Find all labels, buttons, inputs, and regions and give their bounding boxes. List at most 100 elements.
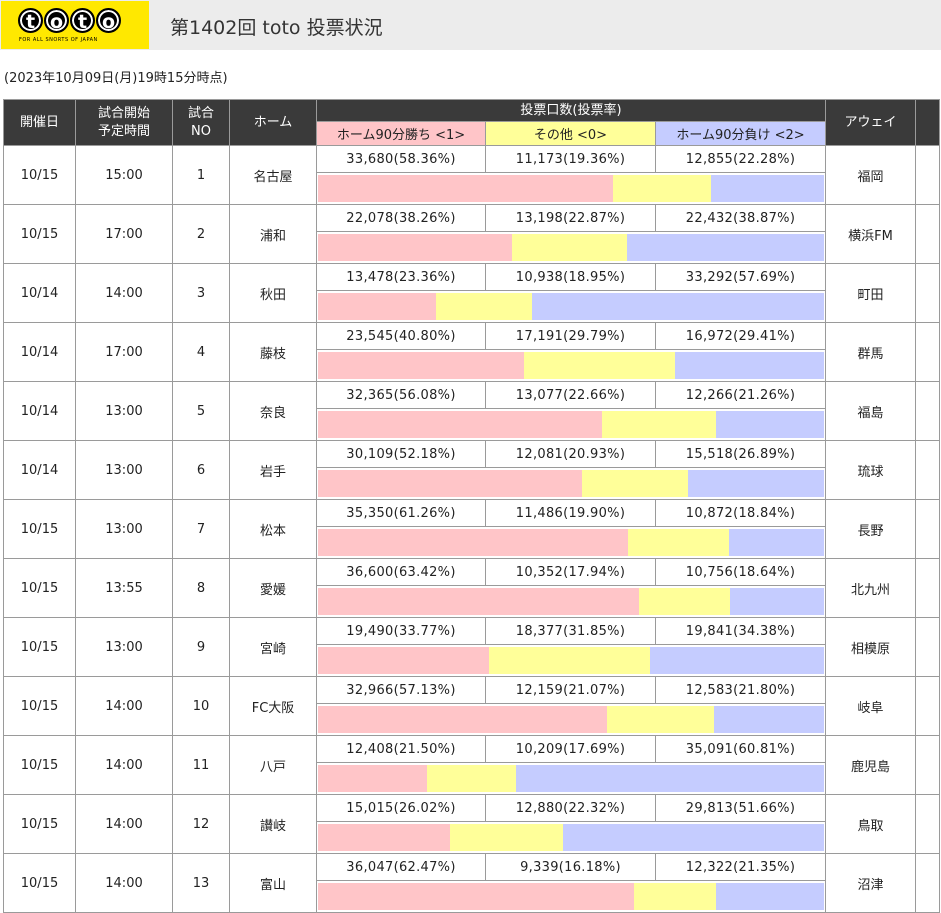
home-win-votes: 15,015(26.02%) — [316, 794, 486, 822]
home-lose-votes: 16,972(29.41%) — [654, 322, 827, 350]
home-win-bar-segment — [318, 824, 450, 851]
home-win-votes: 12,408(21.50%) — [316, 735, 486, 763]
match-date: 10/14 — [3, 263, 76, 323]
row-spacer — [915, 322, 941, 382]
home-team: 藤枝 — [229, 322, 317, 382]
other-votes: 12,880(22.32%) — [485, 794, 656, 822]
vote-ratio-bar-cell — [315, 408, 827, 441]
home-team: FC大阪 — [229, 676, 317, 736]
logo-tagline: FOR ALL SNORTS OF JAPAN — [19, 37, 98, 43]
away-team: 福岡 — [825, 145, 917, 205]
home-lose-votes: 12,322(21.35%) — [654, 853, 827, 881]
home-lose-bar-segment — [713, 706, 824, 733]
home-lose-votes: 19,841(34.38%) — [654, 617, 827, 645]
home-team: 松本 — [229, 499, 317, 559]
home-win-votes: 35,350(61.26%) — [316, 499, 486, 527]
other-bar-segment — [613, 175, 712, 202]
vote-ratio-bar — [318, 529, 824, 556]
header-home-lose: ホーム90分負け <2> — [654, 121, 827, 146]
table-row: 10/15 14:00 13 富山 36,047(62.47%) 9,339(16.18%… — [3, 853, 941, 913]
other-votes: 12,081(20.93%) — [485, 440, 656, 468]
away-team: 鹿児島 — [825, 735, 917, 795]
table-row: 10/15 15:00 1 名古屋 33,680(58.36%) 11,173(19.36… — [3, 145, 941, 205]
home-win-votes: 30,109(52.18%) — [316, 440, 486, 468]
header-home: ホーム — [229, 99, 317, 146]
away-team: 岐阜 — [825, 676, 917, 736]
match-date: 10/15 — [3, 735, 76, 795]
row-spacer — [915, 440, 941, 500]
other-bar-segment — [511, 234, 628, 261]
home-lose-votes: 35,091(60.81%) — [654, 735, 827, 763]
vote-ratio-bar-cell — [315, 880, 827, 913]
other-votes: 11,486(19.90%) — [485, 499, 656, 527]
row-spacer — [915, 794, 941, 854]
home-win-bar-segment — [318, 293, 437, 320]
vote-ratio-bar — [318, 234, 824, 261]
table-row: 10/15 14:00 12 讃岐 15,015(26.02%) 12,880(22.32… — [3, 794, 941, 854]
home-win-bar-segment — [318, 529, 628, 556]
row-spacer — [915, 263, 941, 323]
home-lose-votes: 12,855(22.28%) — [654, 145, 827, 173]
vote-ratio-bar-cell — [315, 821, 827, 854]
match-no: 7 — [172, 499, 230, 559]
row-spacer — [915, 617, 941, 677]
toto-logo[interactable]: t o t o FOR ALL SNORTS OF JAPAN — [1, 1, 149, 49]
home-team: 愛媛 — [229, 558, 317, 618]
match-no: 5 — [172, 381, 230, 441]
home-win-bar-segment — [318, 647, 489, 674]
other-votes: 12,159(21.07%) — [485, 676, 656, 704]
logo-mark: t o t o — [18, 8, 121, 33]
home-lose-bar-segment — [687, 470, 824, 497]
home-lose-votes: 22,432(38.87%) — [654, 204, 827, 232]
home-lose-votes: 29,813(51.66%) — [654, 794, 827, 822]
vote-ratio-bar — [318, 883, 824, 910]
match-time: 17:00 — [75, 322, 173, 382]
table-row: 10/15 13:00 7 松本 35,350(61.26%) 11,486(19.90%… — [3, 499, 941, 559]
home-win-votes: 32,966(57.13%) — [316, 676, 486, 704]
vote-ratio-bar — [318, 411, 824, 438]
match-date: 10/15 — [3, 617, 76, 677]
vote-ratio-bar — [318, 293, 824, 320]
page-header: t o t o FOR ALL SNORTS OF JAPAN 第1402回 t… — [0, 0, 941, 50]
table-header: 開催日 試合開始 予定時間 試合 NO ホーム 投票口数(投票率) アウェイ ホ… — [3, 99, 941, 146]
vote-ratio-bar — [318, 824, 824, 851]
match-no: 3 — [172, 263, 230, 323]
row-spacer — [915, 204, 941, 264]
table-body: 10/15 15:00 1 名古屋 33,680(58.36%) 11,173(19.36… — [3, 145, 941, 913]
home-team: 秋田 — [229, 263, 317, 323]
vote-ratio-bar-cell — [315, 172, 827, 205]
header-match-no: 試合 NO — [172, 99, 230, 146]
home-lose-votes: 15,518(26.89%) — [654, 440, 827, 468]
home-win-bar-segment — [318, 765, 427, 792]
other-bar-segment — [582, 470, 688, 497]
table-row: 10/15 13:00 9 宮崎 19,490(33.77%) 18,377(31.85%… — [3, 617, 941, 677]
other-bar-segment — [601, 411, 717, 438]
home-win-bar-segment — [318, 883, 635, 910]
vote-ratio-bar-cell — [315, 290, 827, 323]
home-win-bar-segment — [318, 352, 525, 379]
home-win-bar-segment — [318, 175, 614, 202]
away-team: 福島 — [825, 381, 917, 441]
away-team: 横浜FM — [825, 204, 917, 264]
header-start-time: 試合開始 予定時間 — [75, 99, 173, 146]
vote-status-table: 開催日 試合開始 予定時間 試合 NO ホーム 投票口数(投票率) アウェイ ホ… — [3, 99, 941, 913]
home-win-bar-segment — [318, 234, 512, 261]
vote-ratio-bar-cell — [315, 467, 827, 500]
home-lose-votes: 33,292(57.69%) — [654, 263, 827, 291]
header-other: その他 <0> — [485, 121, 656, 146]
home-team: 浦和 — [229, 204, 317, 264]
match-time: 13:00 — [75, 617, 173, 677]
table-row: 10/15 13:55 8 愛媛 36,600(63.42%) 10,352(17.94%… — [3, 558, 941, 618]
home-lose-bar-segment — [716, 411, 824, 438]
other-bar-segment — [488, 647, 651, 674]
home-lose-bar-segment — [562, 824, 824, 851]
header-away: アウェイ — [825, 99, 917, 146]
match-no: 4 — [172, 322, 230, 382]
away-team: 長野 — [825, 499, 917, 559]
row-spacer — [915, 381, 941, 441]
match-date: 10/15 — [3, 676, 76, 736]
other-votes: 13,077(22.66%) — [485, 381, 656, 409]
home-lose-bar-segment — [516, 765, 824, 792]
home-lose-bar-segment — [728, 529, 824, 556]
match-time: 14:00 — [75, 735, 173, 795]
